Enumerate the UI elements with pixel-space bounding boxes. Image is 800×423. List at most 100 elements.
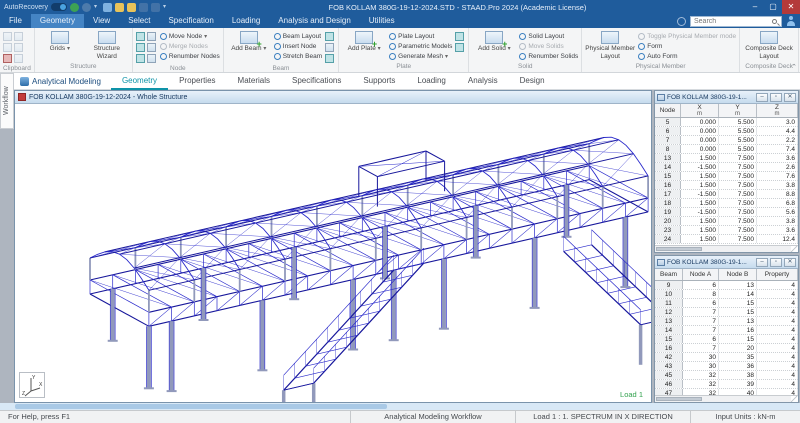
node-table-row[interactable]: 24 1.500 7.500 12.4	[655, 235, 798, 244]
node-table-maximize-button[interactable]: ▫	[770, 93, 782, 102]
intersect-beams-icon[interactable]	[325, 43, 334, 52]
node-table-row[interactable]: 18 1.500 7.500 6.8	[655, 199, 798, 208]
beam-table-titlebar[interactable]: FOB KOLLAM 380G-19-1... – ▫ ✕	[655, 256, 798, 269]
main-hscrollbar-thumb[interactable]	[15, 404, 387, 409]
solid-layout-button[interactable]: Solid Layout	[519, 32, 578, 41]
node-rotate-icon[interactable]	[136, 43, 145, 52]
node-table-row[interactable]: 6 0.000 5.500 4.4	[655, 127, 798, 136]
workflow-tab-specifications[interactable]: Specifications	[281, 73, 352, 90]
connect-beams-icon[interactable]	[325, 32, 334, 41]
beam-table-row[interactable]: 11 6 15 4	[655, 299, 798, 308]
beam-table-row[interactable]: 9 6 13 4	[655, 281, 798, 290]
plate-tools-icon[interactable]	[455, 32, 464, 41]
menu-tab-utilities[interactable]: Utilities	[360, 14, 404, 28]
node-table-row[interactable]: 7 0.000 5.500 2.2	[655, 136, 798, 145]
node-table-row[interactable]: 19 -1.500 7.500 5.6	[655, 208, 798, 217]
duplicate-icon[interactable]	[14, 43, 23, 52]
node-table-hscrollbar[interactable]	[655, 245, 798, 252]
plate-check-icon[interactable]	[455, 43, 464, 52]
node-table-row[interactable]: 16 1.500 7.500 3.8	[655, 181, 798, 190]
beam-table-row[interactable]: 42 30 35 4	[655, 353, 798, 362]
forward-icon[interactable]	[82, 3, 91, 12]
workflow-tab-supports[interactable]: Supports	[352, 73, 406, 90]
workflow-vertical-tab[interactable]: Workflow	[0, 73, 14, 129]
structure-wizard-button[interactable]: Structure Wizard	[85, 30, 129, 60]
autorecovery-toggle[interactable]	[51, 3, 67, 11]
history-dropdown-icon[interactable]: ▾	[94, 3, 100, 12]
node-table-row[interactable]: 23 1.500 7.500 3.6	[655, 226, 798, 235]
menu-tab-analysis-and-design[interactable]: Analysis and Design	[269, 14, 359, 28]
beam-table-row[interactable]: 14 7 16 4	[655, 326, 798, 335]
main-hscrollbar[interactable]	[0, 403, 800, 410]
node-copy-icon[interactable]	[136, 54, 145, 63]
share-icon[interactable]	[139, 3, 148, 12]
paste-icon[interactable]	[3, 32, 12, 41]
plate-layout-button[interactable]: Plate Layout	[389, 32, 452, 41]
beam-table-row[interactable]: 10 8 14 4	[655, 290, 798, 299]
node-table-row[interactable]: 17 -1.500 7.500 8.8	[655, 190, 798, 199]
user-account-icon[interactable]	[786, 16, 796, 27]
search-input[interactable]	[691, 18, 772, 25]
grids-button[interactable]: Grids ▾	[38, 30, 82, 54]
node-table-minimize-button[interactable]: –	[756, 93, 768, 102]
delete-icon[interactable]	[3, 54, 12, 63]
beam-table-row[interactable]: 16 7 20 4	[655, 344, 798, 353]
menu-tab-select[interactable]: Select	[119, 14, 159, 28]
beam-table-hscrollbar[interactable]	[655, 395, 798, 402]
beam-table-row[interactable]: 12 7 15 4	[655, 308, 798, 317]
beam-table-minimize-button[interactable]: –	[756, 258, 768, 267]
node-mirror-icon[interactable]	[147, 43, 156, 52]
menu-tab-specification[interactable]: Specification	[159, 14, 222, 28]
help-globe-icon[interactable]	[677, 17, 686, 26]
add-plate-button[interactable]: Add Plate ▾	[342, 30, 386, 54]
insert-node-button[interactable]: Insert Node	[274, 42, 322, 51]
copy-icon[interactable]	[3, 43, 12, 52]
workflow-tab-design[interactable]: Design	[509, 73, 556, 90]
model-viewport[interactable]: Y X Z Load 1	[15, 104, 651, 402]
node-table-row[interactable]: 5 0.000 5.500 3.0	[655, 118, 798, 127]
beam-table-row[interactable]: 45 32 38 4	[655, 371, 798, 380]
menu-tab-file[interactable]: File	[0, 14, 31, 28]
move-solids-button[interactable]: Move Solids	[519, 42, 578, 51]
toggle-physical-member-mode-button[interactable]: Toggle Physical Member mode	[638, 32, 736, 41]
composite-deck-layout-button[interactable]: Composite Deck Layout	[743, 30, 795, 60]
close-button[interactable]: ✕	[782, 0, 800, 14]
beam-table-row[interactable]: 46 32 39 4	[655, 380, 798, 389]
break-beams-icon[interactable]	[325, 54, 334, 63]
workflow-tab-materials[interactable]: Materials	[227, 73, 281, 90]
format-painter-icon[interactable]	[14, 54, 23, 63]
auto-form-button[interactable]: Auto Form	[638, 52, 736, 61]
save-icon[interactable]	[103, 3, 112, 12]
maximize-button[interactable]: ▢	[764, 0, 782, 14]
menu-tab-view[interactable]: View	[84, 14, 119, 28]
ribbon-collapse-icon[interactable]: ⌃	[791, 63, 797, 71]
workflow-tab-geometry[interactable]: Geometry	[111, 73, 168, 90]
minimize-button[interactable]: –	[746, 0, 764, 14]
beam-table-row[interactable]: 13 7 13 4	[655, 317, 798, 326]
node-table-close-button[interactable]: ✕	[784, 93, 796, 102]
add-solid-button[interactable]: Add Solid ▾	[472, 30, 516, 54]
stretch-beam-button[interactable]: Stretch Beam	[274, 52, 322, 61]
beam-table-close-button[interactable]: ✕	[784, 258, 796, 267]
back-icon[interactable]	[70, 3, 79, 12]
node-move-icon[interactable]	[147, 32, 156, 41]
node-table-titlebar[interactable]: FOB KOLLAM 380G-19-1... – ▫ ✕	[655, 91, 798, 104]
search-box[interactable]	[690, 16, 782, 27]
beam-table-row[interactable]: 43 30 36 4	[655, 362, 798, 371]
node-table-row[interactable]: 15 1.500 7.500 7.6	[655, 172, 798, 181]
menu-tab-loading[interactable]: Loading	[223, 14, 269, 28]
form-button[interactable]: Form	[638, 42, 736, 51]
node-table-row[interactable]: 13 1.500 7.500 3.6	[655, 154, 798, 163]
beam-layout-button[interactable]: Beam Layout	[274, 32, 322, 41]
generate-mesh-button[interactable]: Generate Mesh▾	[389, 52, 452, 61]
workflow-tab-properties[interactable]: Properties	[168, 73, 226, 90]
physical-member-layout-button[interactable]: Physical Member Layout	[585, 30, 635, 60]
workflow-mode[interactable]: Analytical Modeling	[14, 77, 111, 86]
merge-nodes-button[interactable]: Merge Nodes	[160, 42, 220, 51]
renumber-solids-button[interactable]: Renumber Solids	[519, 52, 578, 61]
link-icon[interactable]	[151, 3, 160, 12]
node-chart-icon[interactable]	[147, 54, 156, 63]
renumber-nodes-button[interactable]: Renumber Nodes	[160, 52, 220, 61]
node-table-row[interactable]: 14 -1.500 7.500 2.6	[655, 163, 798, 172]
menu-tab-geometry[interactable]: Geometry	[31, 14, 84, 28]
